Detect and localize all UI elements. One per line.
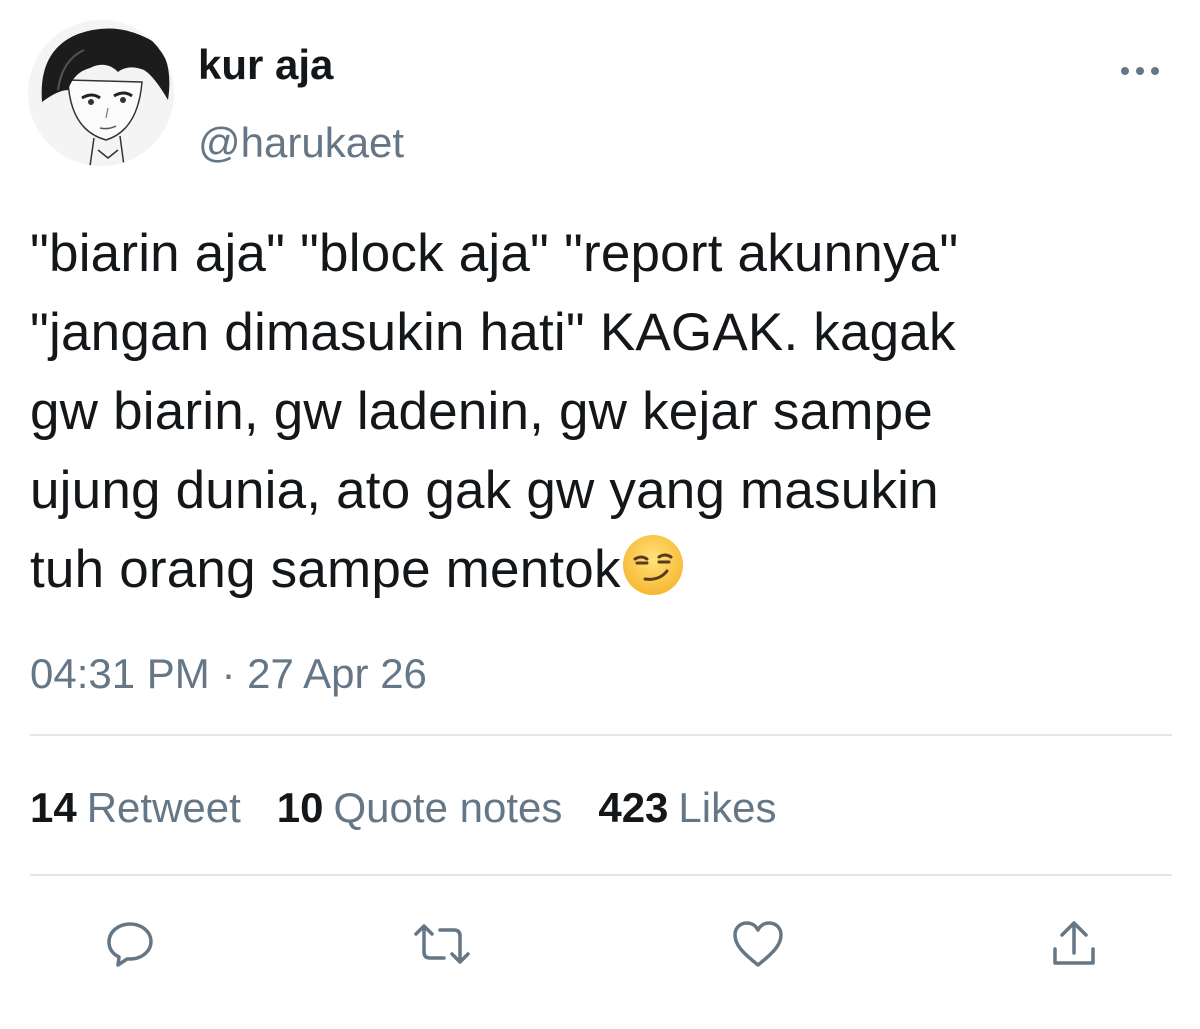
- like-count[interactable]: 423 Likes: [598, 780, 776, 836]
- tweet-text: "biarin aja" "block aja" "report akunnya…: [30, 214, 1180, 609]
- reply-button[interactable]: [100, 914, 160, 974]
- user-handle[interactable]: @harukaet: [198, 118, 404, 168]
- divider: [30, 734, 1172, 736]
- retweet-count-label: Retweet: [86, 784, 241, 831]
- engagement-stats: 14 Retweet 10 Quote notes 423 Likes: [30, 780, 812, 836]
- like-icon: [733, 921, 783, 967]
- like-count-number: 423: [598, 784, 669, 831]
- tweet-body: "biarin aja" "block aja" "report akunnya…: [30, 224, 959, 599]
- retweet-count-number: 14: [30, 784, 77, 831]
- display-name[interactable]: kur aja: [198, 40, 333, 90]
- like-count-label: Likes: [678, 784, 777, 831]
- share-button[interactable]: [1044, 914, 1104, 974]
- smirking-face-icon: [622, 535, 683, 595]
- reply-icon: [107, 922, 153, 967]
- tweet-timestamp[interactable]: 04:31 PM · 27 Apr 26: [30, 646, 427, 702]
- quote-count-number: 10: [276, 784, 324, 831]
- retweet-count[interactable]: 14 Retweet: [30, 780, 241, 836]
- anime-boy-avatar-icon: [28, 20, 174, 166]
- quote-count[interactable]: 10 Quote notes: [277, 780, 563, 836]
- more-options-button[interactable]: [1112, 58, 1168, 84]
- retweet-button[interactable]: [412, 914, 472, 974]
- retweet-icon: [414, 924, 470, 964]
- more-horizontal-icon: [1121, 67, 1159, 75]
- avatar[interactable]: [28, 20, 174, 166]
- divider: [30, 874, 1172, 876]
- quote-count-label: Quote notes: [333, 784, 563, 831]
- share-icon: [1053, 921, 1095, 965]
- like-button[interactable]: [728, 914, 788, 974]
